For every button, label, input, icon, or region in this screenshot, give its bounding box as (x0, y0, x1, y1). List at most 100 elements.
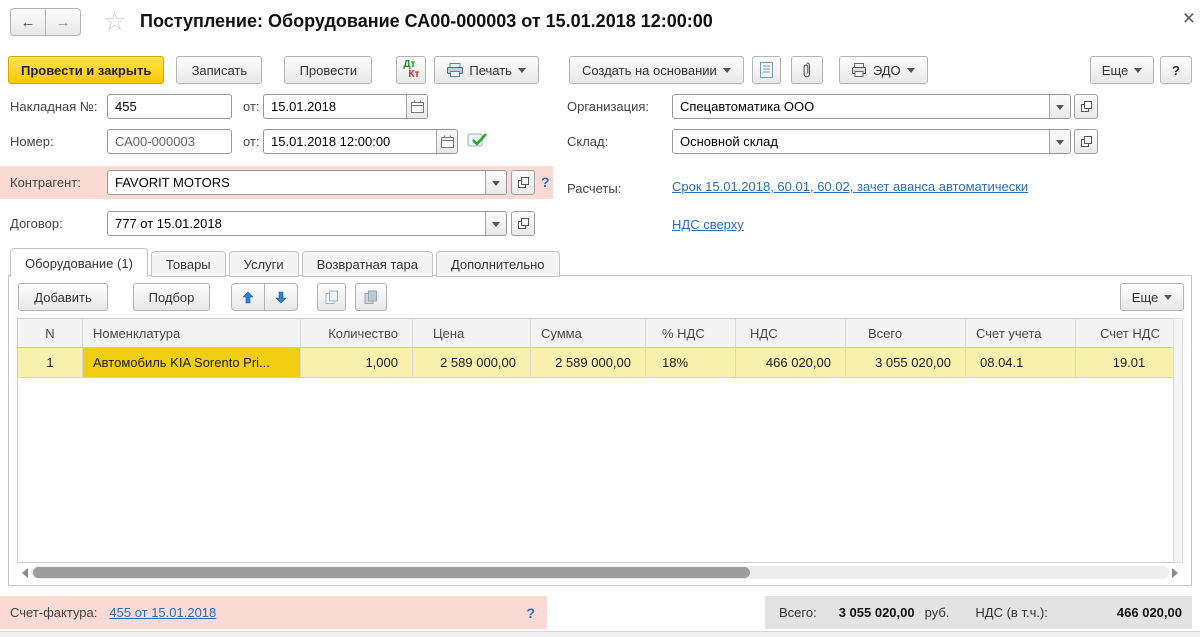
scrollbar-thumb[interactable] (33, 567, 750, 578)
forward-arrow-icon: → (55, 13, 71, 31)
col-header-vat[interactable]: НДС (736, 319, 846, 348)
dropdown-button[interactable] (485, 171, 506, 194)
cell-sum[interactable]: 2 589 000,00 (531, 348, 646, 378)
add-row-button[interactable]: Добавить (18, 283, 108, 311)
open-icon (1080, 136, 1092, 147)
cell-vat-pct[interactable]: 18% (646, 348, 736, 378)
tab-equipment[interactable]: Оборудование (1) (10, 248, 148, 277)
counterparty-input[interactable]: FAVORIT MOTORS (107, 170, 507, 195)
table-toolbar: Добавить Подбор Еще (18, 283, 1184, 311)
post-button[interactable]: Провести (284, 56, 373, 84)
table-header-row: N Номенклатура Количество Цена Сумма % Н… (18, 319, 1182, 348)
invoice-date-input[interactable]: 15.01.2018 (263, 94, 428, 119)
cell-price[interactable]: 2 589 000,00 (413, 348, 531, 378)
totals-bar: Всего: 3 055 020,00 руб. НДС (в т.ч.): 4… (765, 596, 1192, 629)
cell-n[interactable]: 1 (18, 348, 83, 378)
vertical-scrollbar[interactable] (1173, 318, 1183, 563)
total-value: 3 055 020,00 (838, 605, 915, 620)
col-header-quantity[interactable]: Количество (301, 319, 413, 348)
cell-vat-account[interactable]: 19.01 (1076, 348, 1182, 378)
from-label-2: от: (243, 134, 260, 149)
organization-label: Организация: (567, 99, 650, 114)
attachments-button[interactable] (790, 56, 823, 84)
paperclip-icon (803, 62, 811, 78)
counterparty-help[interactable]: ? (541, 174, 550, 190)
dropdown-button[interactable] (1049, 130, 1070, 153)
close-icon[interactable]: × (1183, 8, 1195, 29)
cell-total[interactable]: 3 055 020,00 (846, 348, 966, 378)
col-header-n[interactable]: N (18, 319, 83, 348)
number-input[interactable]: СА00-000003 (107, 129, 232, 154)
pick-button[interactable]: Подбор (133, 283, 210, 311)
copy-rows-button[interactable] (317, 283, 346, 311)
from-label-1: от: (243, 99, 260, 114)
favorite-star-icon[interactable]: ☆ (103, 8, 126, 34)
vat-total-value: 466 020,00 (1116, 605, 1182, 620)
cell-vat[interactable]: 466 020,00 (736, 348, 846, 378)
document-datetime-input[interactable]: 15.01.2018 12:00:00 (263, 129, 458, 154)
cell-quantity[interactable]: 1,000 (301, 348, 413, 378)
open-icon (517, 218, 529, 229)
contract-input[interactable]: 777 от 15.01.2018 (107, 211, 507, 236)
dropdown-button[interactable] (485, 212, 506, 235)
create-based-on-button[interactable]: Создать на основании (568, 56, 744, 84)
col-header-price[interactable]: Цена (413, 319, 531, 348)
table-more-button[interactable]: Еще (1120, 283, 1184, 311)
help-button[interactable]: ? (1160, 56, 1192, 84)
window-bottom-edge (0, 631, 1200, 637)
nav-history-group: ← → (10, 8, 81, 36)
chevron-down-icon (1056, 104, 1064, 114)
dropdown-caret-icon (722, 68, 731, 77)
invoice-footer-help[interactable]: ? (526, 605, 535, 621)
save-button[interactable]: Записать (176, 56, 263, 84)
col-header-nomenclature[interactable]: Номенклатура (83, 319, 301, 348)
col-header-sum[interactable]: Сумма (531, 319, 646, 348)
contract-label: Договор: (10, 216, 63, 231)
col-header-vat-pct[interactable]: % НДС (646, 319, 736, 348)
tab-bar: Оборудование (1) Товары Услуги Возвратна… (10, 248, 563, 277)
more-button[interactable]: Еще (1090, 56, 1154, 84)
tab-returnable-packaging[interactable]: Возвратная тара (301, 251, 433, 277)
calendar-picker-button[interactable] (436, 130, 457, 153)
invoice-footer-link[interactable]: 455 от 15.01.2018 (109, 605, 216, 620)
vat-mode-link[interactable]: НДС сверху (672, 217, 744, 232)
dtkt-postings-button[interactable]: Дт Кт (396, 56, 427, 84)
forward-button[interactable]: → (45, 8, 81, 36)
move-up-button[interactable] (231, 283, 265, 311)
col-header-total[interactable]: Всего (846, 319, 966, 348)
settlements-link[interactable]: Срок 15.01.2018, 60.01, 60.02, зачет ава… (672, 179, 1028, 194)
calendar-icon (440, 135, 454, 148)
vat-total-label: НДС (в т.ч.): (975, 605, 1048, 620)
organization-input[interactable]: Спецавтоматика ООО (672, 94, 1071, 119)
cell-nomenclature[interactable]: Автомобиль KIA Sorento Pri... (83, 348, 301, 378)
main-toolbar: Провести и закрыть Записать Провести Дт К… (8, 56, 1192, 84)
organization-open-button[interactable] (1074, 94, 1098, 119)
calendar-picker-button[interactable] (406, 95, 427, 118)
scroll-left-arrow[interactable] (17, 567, 28, 578)
cell-account[interactable]: 08.04.1 (966, 348, 1076, 378)
print-button[interactable]: Печать (434, 56, 539, 84)
col-header-account[interactable]: Счет учета (966, 319, 1076, 348)
contract-open-button[interactable] (511, 211, 535, 236)
open-icon (1080, 101, 1092, 112)
paste-rows-button[interactable] (355, 283, 387, 311)
warehouse-open-button[interactable] (1074, 129, 1098, 154)
scroll-right-arrow[interactable] (1172, 567, 1183, 578)
back-button[interactable]: ← (10, 8, 46, 36)
tab-additional[interactable]: Дополнительно (435, 251, 560, 277)
counterparty-open-button[interactable] (511, 170, 535, 195)
post-and-close-button[interactable]: Провести и закрыть (8, 56, 165, 84)
col-header-vat-account[interactable]: Счет НДС (1076, 319, 1182, 348)
tab-goods[interactable]: Товары (150, 251, 226, 277)
edo-button[interactable]: ЭДО (838, 56, 928, 84)
page-title: Поступление: Оборудование СА00-000003 от… (140, 11, 713, 31)
warehouse-input[interactable]: Основной склад (672, 129, 1071, 154)
tab-services[interactable]: Услуги (228, 251, 299, 277)
dropdown-button[interactable] (1049, 95, 1070, 118)
move-down-button[interactable] (264, 283, 298, 311)
invoice-number-input[interactable]: 455 (107, 94, 232, 119)
related-documents-button[interactable] (751, 56, 781, 84)
total-label: Всего: (779, 605, 817, 620)
dropdown-caret-icon (1164, 295, 1173, 304)
table-row[interactable]: 1 Автомобиль KIA Sorento Pri... 1,000 2 … (18, 348, 1182, 378)
